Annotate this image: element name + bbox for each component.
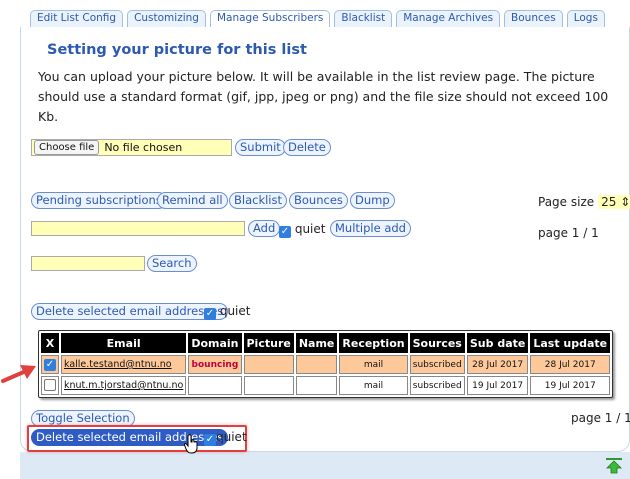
add-email-input[interactable] xyxy=(31,221,245,236)
sources-cell: subscribed xyxy=(409,376,465,395)
reception-cell: mail xyxy=(339,355,408,374)
add-button[interactable]: Add xyxy=(248,220,281,237)
back-to-top-icon[interactable] xyxy=(606,458,622,474)
callout-arrow-icon xyxy=(1,365,36,383)
tab-bar: Edit List Config Customizing Manage Subs… xyxy=(30,10,605,28)
name-cell xyxy=(295,376,338,395)
quiet-add-option[interactable]: ✓ quiet xyxy=(279,222,325,238)
col-header[interactable]: Reception xyxy=(339,333,408,353)
col-header[interactable]: Picture xyxy=(243,333,294,353)
col-header[interactable]: X xyxy=(41,333,59,353)
picture-cell xyxy=(243,376,294,395)
page-indicator-bottom: page 1 / 1 xyxy=(571,411,630,425)
quiet-label: quiet xyxy=(294,222,326,236)
page-size-label: Page size xyxy=(538,195,595,209)
intro-text: You can upload your picture below. It wi… xyxy=(38,69,609,124)
col-header[interactable]: Domain xyxy=(188,333,242,353)
page-size-select[interactable]: 25 ⇕ xyxy=(598,195,630,209)
row-checkbox[interactable]: ✓ xyxy=(44,358,56,371)
picture-cell xyxy=(243,355,294,374)
row-select-cell[interactable] xyxy=(41,376,59,395)
search-input[interactable] xyxy=(31,256,145,271)
page-size-control[interactable]: Page size 25 ⇕ xyxy=(538,195,630,209)
name-cell xyxy=(295,355,338,374)
quiet-checkbox[interactable]: ✓ xyxy=(204,434,216,446)
quiet-delete-option[interactable]: ✓ quiet xyxy=(204,304,250,320)
domain-cell: bouncing xyxy=(188,355,242,374)
reception-cell: mail xyxy=(339,376,408,395)
footer-band xyxy=(20,452,630,479)
search-button[interactable]: Search xyxy=(147,255,197,272)
delete-selected-button[interactable]: Delete selected email addresses xyxy=(31,303,229,320)
hand-cursor-icon xyxy=(184,434,198,454)
tab-manage-subscribers[interactable]: Manage Subscribers xyxy=(209,10,331,28)
page-indicator-top: page 1 / 1 xyxy=(538,226,599,240)
col-header[interactable]: Name xyxy=(295,333,338,353)
remind-all-button[interactable]: Remind all xyxy=(157,192,228,209)
sources-cell: subscribed xyxy=(409,355,465,374)
bounces-button[interactable]: Bounces xyxy=(289,192,348,209)
sub-date-cell: 19 Jul 2017 xyxy=(466,376,529,395)
quiet-checkbox[interactable]: ✓ xyxy=(279,226,291,238)
tab-edit-list-config[interactable]: Edit List Config xyxy=(30,10,124,28)
email-link[interactable]: knut.m.tjorstad@ntnu.no xyxy=(61,376,187,395)
quiet-checkbox[interactable]: ✓ xyxy=(204,308,216,320)
sub-date-cell: 28 Jul 2017 xyxy=(466,355,529,374)
email-link[interactable]: kalle.testand@ntnu.no xyxy=(61,355,187,374)
pending-subscriptions-button[interactable]: Pending subscriptions xyxy=(31,192,167,209)
file-input[interactable]: Choose file No file chosen xyxy=(31,139,232,156)
row-checkbox[interactable] xyxy=(44,378,56,391)
delete-picture-button[interactable]: Delete xyxy=(283,139,331,156)
col-header[interactable]: Last update xyxy=(530,333,611,353)
col-header[interactable]: Sub date xyxy=(466,333,529,353)
table-row: ✓ kalle.testand@ntnu.no bouncing mail su… xyxy=(41,355,611,374)
quiet-label: quiet xyxy=(216,430,247,444)
section-title: Setting your picture for this list xyxy=(47,42,307,58)
multiple-add-button[interactable]: Multiple add xyxy=(330,220,411,237)
tab-blacklist[interactable]: Blacklist xyxy=(334,10,393,28)
row-select-cell[interactable]: ✓ xyxy=(41,355,59,374)
choose-file-button[interactable]: Choose file xyxy=(34,140,100,155)
submit-button[interactable]: Submit xyxy=(235,139,286,156)
domain-cell xyxy=(188,376,242,395)
tab-bounces[interactable]: Bounces xyxy=(504,10,563,28)
table-row: knut.m.tjorstad@ntnu.no mail subscribed … xyxy=(41,376,611,395)
tab-logs[interactable]: Logs xyxy=(566,10,605,28)
tab-manage-archives[interactable]: Manage Archives xyxy=(396,10,501,28)
tab-customizing[interactable]: Customizing xyxy=(127,10,206,28)
file-status: No file chosen xyxy=(104,141,183,154)
subscribers-table: X Email Domain Picture Name Reception So… xyxy=(38,330,614,398)
quiet-delete-option-bottom[interactable]: ✓ quiet xyxy=(204,430,247,446)
col-header[interactable]: Email xyxy=(61,333,187,353)
quiet-label: quiet xyxy=(219,304,251,318)
last-update-cell: 19 Jul 2017 xyxy=(530,376,611,395)
dump-button[interactable]: Dump xyxy=(350,192,395,209)
last-update-cell: 28 Jul 2017 xyxy=(530,355,611,374)
col-header[interactable]: Sources xyxy=(409,333,465,353)
blacklist-button[interactable]: Blacklist xyxy=(229,192,288,209)
